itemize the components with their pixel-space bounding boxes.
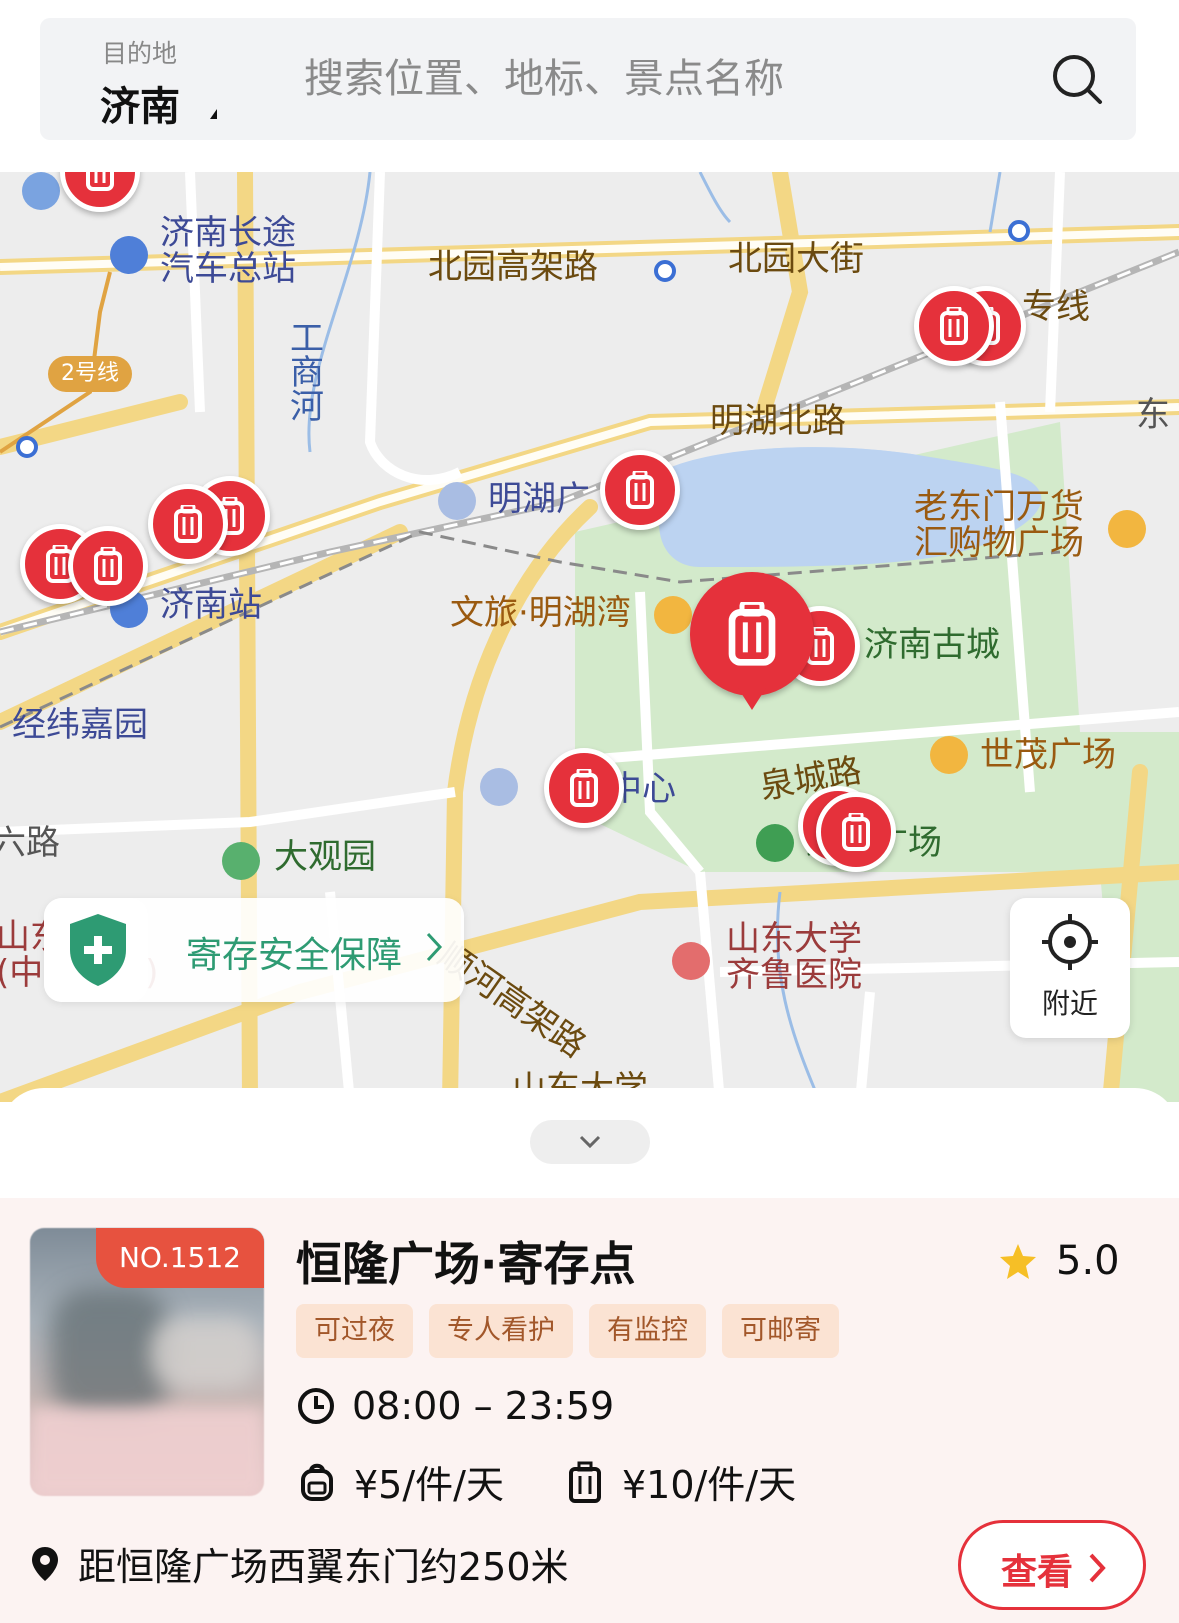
chevron-down-icon [579, 1135, 601, 1149]
crosshair-icon [1042, 914, 1098, 970]
address-row: 距恒隆广场西翼东门约250米 [30, 1536, 569, 1591]
view-button[interactable]: 查看 [958, 1520, 1146, 1610]
chevron-right-icon [426, 932, 443, 962]
destination-label: 目的地 [102, 39, 178, 68]
safety-banner-text: 寄存安全保障 [186, 935, 403, 976]
search-icon[interactable] [1050, 52, 1104, 106]
shopping-bag-icon [930, 736, 968, 774]
label-jingwei-garden: 经纬嘉园 [12, 705, 148, 745]
shopping-bag-icon [1108, 510, 1146, 548]
luggage-pin[interactable] [544, 748, 624, 828]
view-button-label: 查看 [1001, 1552, 1074, 1593]
label-shimao-plaza: 世茂广场 [980, 735, 1116, 775]
tree-icon [756, 824, 794, 862]
luggage-icon [570, 769, 598, 807]
metro-station-dot [1008, 220, 1030, 242]
label-laodongmen-mall: 老东门万货 汇购物广场 [914, 487, 1084, 563]
home-icon [22, 172, 60, 210]
caret-down-icon [210, 109, 217, 119]
label-bus-station: 济南长途 汽车总站 [160, 213, 296, 289]
bus-station-icon [110, 236, 148, 274]
luggage-icon [842, 813, 870, 851]
label-special-line: 专线 [1022, 287, 1090, 327]
star-icon [1000, 1244, 1036, 1279]
luggage-pin[interactable] [816, 792, 896, 872]
chevron-right-icon [1089, 1553, 1106, 1583]
safety-guarantee-banner[interactable]: 寄存安全保障 [44, 898, 464, 1002]
building-icon [480, 768, 518, 806]
nearby-label: 附近 [1041, 987, 1098, 1020]
price-row: ¥5/件/天 ¥10/件/天 [296, 1454, 796, 1509]
hours-row: 08:00 – 23:59 [296, 1384, 614, 1428]
selected-luggage-pin[interactable] [690, 572, 814, 696]
luggage-pin[interactable] [148, 484, 228, 564]
tag: 可过夜 [296, 1304, 413, 1358]
tag: 有监控 [589, 1304, 706, 1358]
luggage-icon [174, 505, 202, 543]
bottom-sheet: NO.1512 恒隆广场·寄存点 5.0 可过夜 专人看护 有监控 可邮寄 08… [0, 1088, 1179, 1623]
safety-icon-box [44, 898, 148, 1002]
luggage-icon [728, 602, 776, 666]
label-wenlv-minghu-bay: 文旅·明湖湾 [450, 593, 631, 633]
search-bar: 目的地 济南 [40, 18, 1136, 140]
metro-station-dot [16, 436, 38, 458]
label-minghu-square: 明湖广 [488, 479, 590, 519]
suitcase-icon [568, 1461, 601, 1503]
price-small: ¥5/件/天 [354, 1463, 504, 1507]
label-jinan-old-city: 济南古城 [864, 625, 1000, 665]
luggage-icon [940, 307, 968, 345]
label-jinan-station: 济南站 [160, 585, 262, 625]
shield-plus-icon [70, 914, 126, 986]
tag: 专人看护 [429, 1304, 573, 1358]
label-qilu-hospital: 山东大学 齐鲁医院 [726, 919, 862, 995]
camera-spot-icon [222, 842, 260, 880]
price-large: ¥10/件/天 [621, 1463, 797, 1507]
collapse-handle[interactable] [530, 1120, 650, 1164]
selected-pin-tail [738, 688, 766, 710]
luggage-icon [86, 172, 114, 191]
hours-text: 08:00 – 23:59 [352, 1384, 615, 1428]
label-daguanyuan: 大观园 [274, 837, 376, 877]
label-gongshang-river: 工 商 河 [290, 319, 324, 427]
clock-icon [298, 1388, 334, 1424]
label-liu-road: 六路 [0, 823, 60, 863]
luggage-pin[interactable] [914, 286, 994, 366]
address-text: 距恒隆广场西翼东门约250米 [78, 1545, 569, 1589]
label-beiyuan-viaduct: 北园高架路 [428, 247, 598, 287]
search-input[interactable] [302, 48, 986, 110]
rating-value: 5.0 [1056, 1238, 1120, 1284]
label-minghu-north-road: 明湖北路 [710, 401, 846, 441]
rank-badge: NO.1512 [96, 1228, 264, 1288]
city-name: 济南 [100, 84, 180, 130]
tag: 可邮寄 [722, 1304, 839, 1358]
nearby-button[interactable]: 附近 [1010, 898, 1130, 1038]
store-title: 恒隆广场·寄存点 [296, 1237, 636, 1291]
location-pin-icon [32, 1546, 58, 1581]
luggage-icon [626, 471, 654, 509]
label-beiyuan-street: 北园大街 [728, 239, 864, 279]
luggage-pin[interactable] [68, 526, 148, 606]
label-east: 东 [1136, 395, 1170, 435]
metro-line-badge: 2号线 [48, 356, 132, 392]
hospital-icon [672, 942, 710, 980]
backpack-icon [301, 1463, 333, 1501]
city-selector[interactable]: 济南 [100, 74, 217, 132]
building-icon [438, 482, 476, 520]
luggage-icon [94, 547, 122, 585]
store-card[interactable]: NO.1512 恒隆广场·寄存点 5.0 可过夜 专人看护 有监控 可邮寄 08… [0, 1198, 1179, 1623]
metro-station-dot [654, 260, 676, 282]
map-view[interactable]: 2号线 济南长途 汽车总站 北园高架路 北园大街 工 商 河 专线 明湖北路 东… [0, 172, 1179, 1102]
tag-list: 可过夜 专人看护 有监控 可邮寄 [296, 1304, 855, 1358]
shopping-bag-icon [654, 596, 692, 634]
luggage-pin[interactable] [600, 450, 680, 530]
rating: 5.0 [998, 1238, 1120, 1284]
